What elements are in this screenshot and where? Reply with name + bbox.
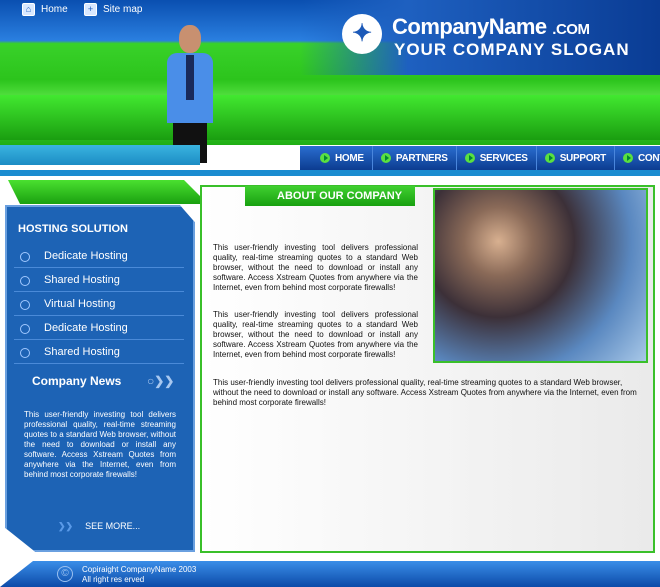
copyright-line: Copiraight CompanyName 2003 <box>82 565 197 574</box>
menu-support[interactable]: SUPPORT <box>537 146 615 170</box>
sidebar-title: HOSTING SOLUTION <box>18 223 128 235</box>
sub-navigation <box>0 145 200 165</box>
sidebar-item[interactable]: Virtual Hosting <box>14 293 184 316</box>
menu-label: PARTNERS <box>395 152 448 164</box>
see-more-label: SEE MORE... <box>85 521 141 531</box>
logo-icon: ✦ <box>342 14 382 54</box>
home-link-label: Home <box>41 4 68 15</box>
arrow-icon <box>464 153 475 163</box>
sitemap-icon: + <box>84 3 97 16</box>
sidebar-cap <box>8 180 208 204</box>
company-name: CompanyName .COM <box>392 14 590 40</box>
see-more-link[interactable]: ❯❯ SEE MORE... <box>58 521 140 532</box>
company-name-text: CompanyName <box>392 14 547 39</box>
menu-services[interactable]: SERVICES <box>457 146 537 170</box>
company-slogan: YOUR COMPANY SLOGAN <box>394 40 630 59</box>
arrow-icon <box>622 153 633 163</box>
chevrons-icon: ❯❯ <box>58 521 74 531</box>
business-team-photo <box>433 188 648 363</box>
menu-label: SUPPORT <box>559 152 607 164</box>
menu-label: CONTACTS <box>637 152 660 164</box>
copyright-text: Copiraight CompanyName 2003 All right res… <box>82 565 196 585</box>
rights-line: All right res erved <box>82 575 145 584</box>
copyright-icon: © <box>57 566 73 582</box>
businessman-image <box>165 25 215 163</box>
home-icon: ⌂ <box>22 3 35 16</box>
menu-label: HOME <box>335 152 364 164</box>
news-title: Company News <box>32 374 122 388</box>
home-link[interactable]: ⌂ Home <box>22 3 68 16</box>
green-band <box>0 95 660 140</box>
paragraph: This user-friendly investing tool delive… <box>213 243 418 292</box>
divider <box>0 170 660 176</box>
chevrons-icon: ○❯❯ <box>147 374 175 388</box>
sidebar-item[interactable]: Dedicate Hosting <box>14 245 184 268</box>
menu-contacts[interactable]: CONTACTS <box>615 146 660 170</box>
sitemap-link[interactable]: + Site map <box>84 3 142 16</box>
arrow-icon <box>544 153 555 163</box>
company-tld: .COM <box>552 21 590 38</box>
sidebar-item[interactable]: Dedicate Hosting <box>14 317 184 340</box>
arrow-icon <box>380 153 391 163</box>
sidebar-item[interactable]: Shared Hosting <box>14 269 184 292</box>
menu-label: SERVICES <box>479 152 528 164</box>
news-text: This user-friendly investing tool delive… <box>24 410 176 479</box>
main-menu: HOME PARTNERS SERVICES SUPPORT CONTACTS <box>300 146 660 170</box>
section-title: ABOUT OUR COMPANY <box>245 186 415 206</box>
menu-home[interactable]: HOME <box>312 146 373 170</box>
paragraph: This user-friendly investing tool delive… <box>213 378 637 407</box>
arrow-icon <box>320 153 330 163</box>
sitemap-link-label: Site map <box>103 4 143 15</box>
paragraph: This user-friendly investing tool delive… <box>213 310 418 359</box>
sidebar-item[interactable]: Shared Hosting <box>14 341 184 364</box>
menu-partners[interactable]: PARTNERS <box>373 146 457 170</box>
